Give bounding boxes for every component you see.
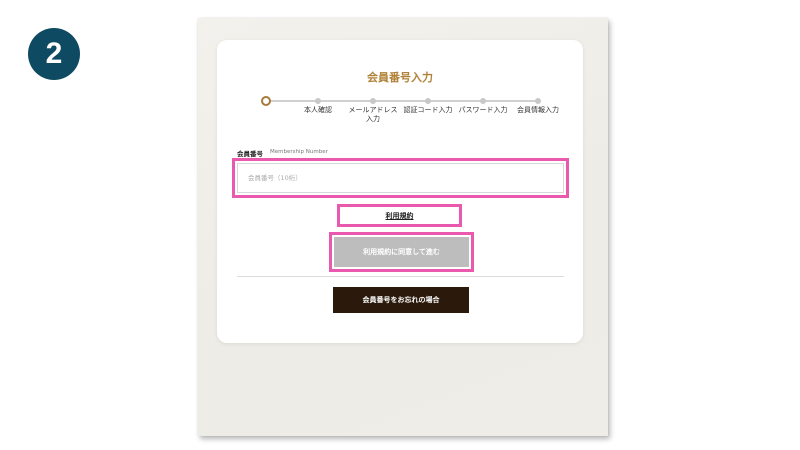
page-title: 会員番号入力 (367, 71, 433, 84)
step-label-member-info: 会員情報入力 (517, 106, 559, 114)
step-indicator (480, 98, 486, 104)
step-indicator (370, 98, 376, 104)
step-label-email: メールアドレス 入力 (348, 106, 398, 123)
divider (237, 276, 564, 277)
membership-number-input[interactable] (238, 164, 563, 192)
step-label-identity: 本人確認 (304, 106, 332, 114)
stepper-track (266, 100, 539, 102)
membership-number-field[interactable] (237, 163, 564, 193)
step-indicator (425, 98, 431, 104)
step-number-badge: 2 (28, 28, 80, 80)
step-indicator-current (261, 96, 271, 106)
step-indicator (535, 98, 541, 104)
membership-number-label: 会員番号 (237, 150, 263, 158)
forgot-membership-number-button[interactable]: 会員番号をお忘れの場合 (333, 287, 469, 313)
membership-number-label-en: Membership Number (270, 149, 328, 155)
step-label-auth-code: 認証コード入力 (403, 106, 453, 114)
step-indicator (315, 98, 321, 104)
terms-of-use-link[interactable]: 利用規約 (340, 207, 459, 224)
agree-and-continue-button[interactable]: 利用規約に同意して進む (334, 237, 469, 267)
step-label-password: パスワード入力 (458, 106, 508, 114)
